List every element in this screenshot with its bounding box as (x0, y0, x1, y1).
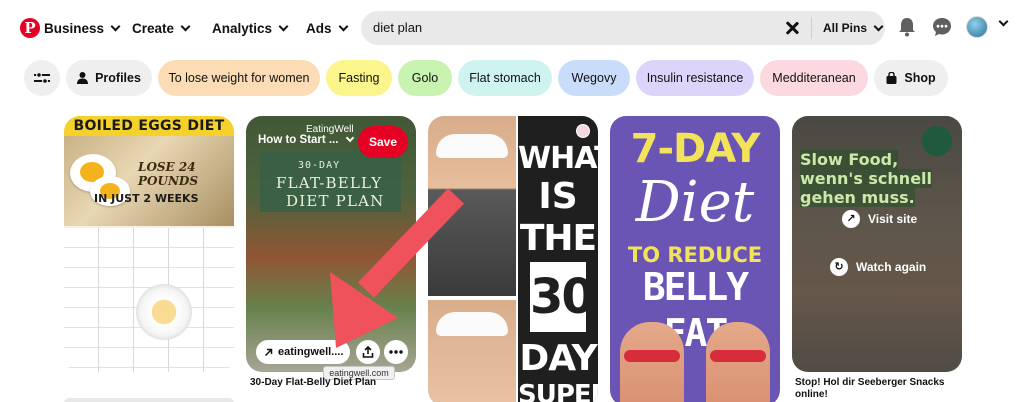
nav-create[interactable]: Create (132, 18, 191, 38)
nav-analytics-label: Analytics (212, 20, 273, 36)
notifications-bell-icon[interactable] (898, 17, 916, 37)
pin-title-2: FLAT-BELLY (276, 174, 383, 192)
filter-icon (34, 71, 50, 85)
search-scope-label: All Pins (823, 21, 868, 35)
pinterest-logo-icon[interactable]: P (20, 18, 40, 38)
pin-text-what: WHAT (518, 141, 598, 176)
pin-text-is: IS (538, 176, 578, 217)
save-button[interactable]: Save (358, 126, 408, 158)
body-illustration (706, 322, 770, 402)
chip-fasting[interactable]: Fasting (326, 60, 392, 96)
person-icon (77, 72, 89, 84)
search-scope-dropdown[interactable]: All Pins (823, 11, 884, 45)
chip-wegovy[interactable]: Wegovy (558, 60, 630, 96)
chip-label: Fasting (338, 71, 380, 85)
nav-analytics[interactable]: Analytics (212, 18, 289, 38)
ad-headline-text: Slow Food, wenn's schnell gehen muss. (800, 150, 933, 207)
pin-subtitle-2: IN JUST 2 WEEKS (94, 192, 199, 205)
pin-title-2: Diet (635, 170, 755, 235)
shopping-bag-icon (886, 72, 897, 84)
more-options-button[interactable] (384, 340, 408, 364)
pin-title-3: DIET PLAN (286, 192, 385, 210)
chip-label: To lose weight for women (168, 71, 310, 85)
pin-text-super: SUPER (518, 380, 598, 402)
chevron-down-icon (180, 21, 191, 31)
pin-text-day: DAY (519, 338, 597, 379)
chevron-down-icon (345, 133, 354, 143)
chip-insulin-resistance[interactable]: Insulin resistance (636, 60, 754, 96)
board-picker[interactable]: How to Start ... (258, 133, 354, 146)
nav-ads[interactable]: Ads (306, 18, 348, 38)
pin-logo-icon (576, 124, 590, 138)
messages-icon[interactable] (932, 17, 952, 37)
pin-seeberger-ad[interactable]: Slow Food, wenn's schnell gehen muss. ↗ … (792, 116, 962, 372)
board-picker-label: How to Start ... (258, 134, 339, 146)
source-link-label: eatingwell.... (278, 346, 344, 358)
chip-medditeranean[interactable]: Medditeranean (760, 60, 868, 96)
nav-create-label: Create (132, 20, 175, 36)
search-divider (811, 17, 812, 39)
chevron-down-icon (278, 21, 289, 31)
share-icon (362, 346, 374, 358)
ad-headline: Slow Food, wenn's schnell gehen muss. (800, 150, 952, 207)
chip-golo[interactable]: Golo (398, 60, 452, 96)
visit-site-label: Visit site (868, 212, 918, 226)
chevron-down-icon (873, 21, 884, 31)
top-garment-image (436, 134, 508, 158)
chip-label: Golo (411, 71, 439, 85)
body-illustration (620, 322, 684, 402)
source-link-button[interactable]: eatingwell.... (256, 340, 350, 364)
chevron-down-icon (110, 21, 121, 31)
pin-caption[interactable]: 30-Day Flat-Belly Diet Plan (250, 377, 420, 389)
chip-profiles-label: Profiles (95, 71, 141, 85)
next-row-pin[interactable] (64, 398, 234, 402)
replay-icon: ↻ (830, 258, 848, 276)
pin-title-1: 7-DAY (630, 126, 761, 172)
clear-search-icon[interactable] (783, 19, 801, 37)
nav-business-label: Business (44, 20, 105, 36)
pin-30-day-challenge[interactable]: WHAT IS THE 30 DAY SUPER (428, 116, 598, 402)
pin-subtitle: LOSE 24 POUNDS (138, 160, 198, 188)
share-button[interactable] (356, 340, 380, 364)
chip-lose-weight-women[interactable]: To lose weight for women (158, 60, 320, 96)
chip-label: Medditeranean (772, 71, 856, 85)
pin-text-30: 30 (530, 269, 595, 325)
watch-again-button[interactable]: ↻ Watch again (830, 258, 926, 276)
pin-boiled-eggs-diet[interactable]: BOILED EGGS DIET LOSE 24 POUNDS IN JUST … (64, 116, 234, 372)
visit-site-button[interactable]: ↗ Visit site (842, 210, 917, 228)
chip-shop[interactable]: Shop (874, 60, 948, 96)
nav-ads-label: Ads (306, 20, 332, 36)
pin-caption[interactable]: Stop! Hol dir Seeberger Snacks online! (795, 377, 965, 401)
chip-label: Wegovy (571, 71, 617, 85)
plate-image (136, 284, 192, 340)
chip-label: Flat stomach (469, 71, 541, 85)
search-bar[interactable]: diet plan All Pins (361, 11, 885, 45)
pin-title-1: 30-DAY (298, 160, 341, 171)
arrow-up-right-icon: ↗ (842, 210, 860, 228)
bikini-illustration (710, 350, 766, 362)
bikini-illustration (624, 350, 680, 362)
pin-7-day-diet[interactable]: 7-DAY Diet TO REDUCE BELLY FAT (610, 116, 780, 402)
chip-shop-label: Shop (904, 71, 936, 85)
pin-banner: BOILED EGGS DIET (64, 116, 234, 136)
account-menu-chevron-icon[interactable] (998, 16, 1009, 27)
watch-again-label: Watch again (856, 260, 927, 274)
pin-flat-belly-diet[interactable]: EatingWell 30-DAY FLAT-BELLY DIET PLAN H… (246, 116, 416, 372)
pin-text-the: THE (519, 218, 597, 259)
chevron-down-icon (338, 21, 348, 31)
avatar[interactable] (966, 16, 988, 38)
search-input[interactable]: diet plan (373, 20, 422, 35)
ellipsis-icon (389, 350, 403, 354)
chip-label: Insulin resistance (646, 71, 744, 85)
chip-profiles[interactable]: Profiles (66, 60, 152, 96)
top-navigation: P Business Create Analytics Ads diet pla… (0, 0, 1024, 56)
chip-flat-stomach[interactable]: Flat stomach (458, 60, 552, 96)
nav-business[interactable]: Business (44, 18, 121, 38)
number-box: 30 (530, 262, 595, 332)
top-garment-image (436, 312, 508, 336)
filter-button[interactable] (24, 60, 60, 96)
arrow-up-right-icon (264, 348, 273, 356)
